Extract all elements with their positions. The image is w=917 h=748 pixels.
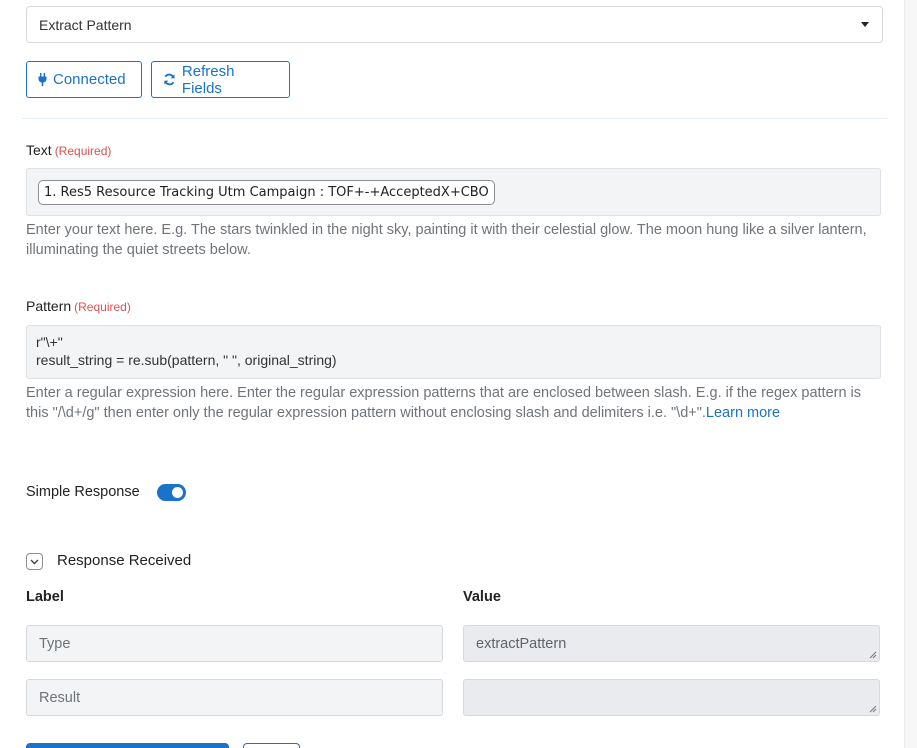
- plug-icon: [38, 73, 47, 86]
- response-label-field[interactable]: Type: [26, 625, 443, 662]
- scrollbar[interactable]: [904, 0, 917, 748]
- pattern-input[interactable]: r"\+" result_string = re.sub(pattern, " …: [26, 325, 881, 379]
- simple-response-label: Simple Response: [26, 484, 140, 500]
- refresh-fields-button[interactable]: Refresh Fields: [151, 61, 290, 98]
- text-required-tag: (Required): [54, 144, 112, 158]
- simple-response-toggle[interactable]: [157, 484, 186, 501]
- pattern-required-tag: (Required): [74, 300, 131, 314]
- resize-handle-icon[interactable]: [869, 705, 877, 713]
- primary-action-button[interactable]: [26, 743, 229, 748]
- pattern-label: Pattern: [26, 298, 72, 314]
- connected-button[interactable]: Connected: [26, 61, 142, 98]
- text-label: Text: [26, 142, 52, 158]
- secondary-action-button[interactable]: [243, 743, 300, 748]
- response-label-text: Type: [39, 635, 71, 652]
- response-value-field[interactable]: [463, 679, 880, 716]
- mapped-field-pill[interactable]: 1. Res5 Resource Tracking Utm Campaign :…: [38, 180, 495, 205]
- label-column-header: Label: [26, 589, 64, 605]
- section-divider: [22, 118, 888, 119]
- refresh-icon: [164, 73, 175, 86]
- chevron-down-icon: [30, 559, 39, 564]
- refresh-fields-label: Refresh Fields: [181, 62, 235, 97]
- response-received-title: Response Received: [57, 552, 192, 569]
- text-help: Enter your text here. E.g. The stars twi…: [26, 222, 867, 258]
- text-field-label: Text (Required): [26, 142, 111, 158]
- action-select-value: Extract Pattern: [39, 16, 132, 33]
- response-value-text: extractPattern: [476, 635, 567, 652]
- collapse-toggle-button[interactable]: [26, 553, 43, 570]
- chevron-down-icon: [861, 22, 869, 27]
- action-select[interactable]: Extract Pattern: [26, 6, 883, 43]
- value-column-header: Value: [463, 589, 501, 605]
- text-input[interactable]: 1. Res5 Resource Tracking Utm Campaign :…: [26, 168, 881, 216]
- connected-label: Connected: [53, 71, 126, 88]
- toggle-knob: [172, 487, 183, 498]
- resize-handle-icon[interactable]: [869, 651, 877, 659]
- response-value-field[interactable]: extractPattern: [463, 625, 880, 662]
- pattern-help: Enter a regular expression here. Enter t…: [26, 383, 884, 423]
- pattern-field-label: Pattern (Required): [26, 298, 131, 314]
- page: Extract Pattern Connected Refresh Fields…: [0, 0, 917, 748]
- response-label-field[interactable]: Result: [26, 679, 443, 716]
- learn-more-link[interactable]: Learn more: [706, 405, 780, 421]
- response-label-text: Result: [39, 689, 81, 706]
